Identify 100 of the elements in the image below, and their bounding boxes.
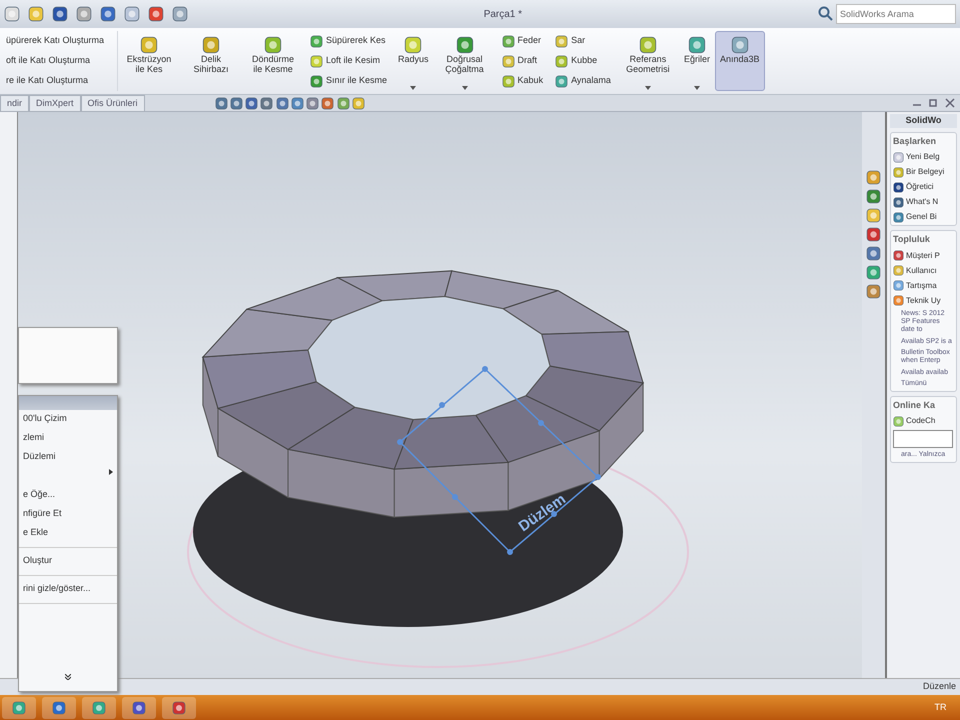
tool-icon [502, 34, 515, 48]
view-tool-icon[interactable] [260, 96, 274, 110]
ribbon-button[interactable]: Kabuk [502, 74, 544, 88]
resource-icon [893, 280, 904, 291]
resource-link[interactable]: Teknik Uy [906, 294, 941, 306]
section-title: Topluluk [893, 233, 931, 246]
taskbar-button[interactable] [162, 696, 196, 718]
tool-icon [264, 36, 282, 54]
ribbon-button[interactable]: Referans Geometrisi [616, 31, 679, 91]
toolbar-icon[interactable] [172, 6, 188, 22]
ribbon-button[interactable]: Loft ile Kesim [310, 54, 388, 68]
app-icon [92, 700, 106, 714]
ribbon-button[interactable]: Eğriler [678, 31, 715, 91]
task-pane-tab-icon[interactable] [866, 189, 881, 204]
view-tool-icon[interactable] [276, 96, 289, 110]
ribbon-button[interactable]: Aynalama [555, 74, 611, 88]
resource-link[interactable]: Bir Belgeyi [906, 166, 944, 178]
menu-item[interactable]: nfigüre Et [19, 505, 117, 524]
resource-icon [893, 212, 904, 222]
task-pane-tab-icon[interactable] [866, 265, 881, 280]
task-pane-tab-icon[interactable] [866, 284, 881, 299]
ribbon-button[interactable]: Sar [555, 34, 611, 48]
tool-icon [502, 54, 515, 68]
ribbon-button[interactable]: Döndürme ile Kesme [242, 31, 304, 91]
tab[interactable]: DimXpert [29, 95, 81, 111]
resource-link[interactable]: Öğretici [906, 181, 934, 193]
menu-item[interactable]: e Öğe... [19, 486, 117, 505]
close-icon[interactable] [944, 97, 956, 109]
resource-icon [893, 166, 904, 178]
tool-icon [730, 36, 749, 54]
view-tool-icon[interactable] [245, 96, 258, 110]
resource-icon [893, 416, 904, 427]
tool-icon [310, 54, 323, 68]
tool-icon [555, 74, 568, 88]
ribbon-button[interactable]: Ekstrüzyon ile Kes [118, 31, 180, 91]
resource-link[interactable]: Yeni Belg [906, 151, 940, 163]
tool-icon [456, 36, 474, 54]
ribbon-button[interactable]: Delik Sihirbazı [180, 31, 242, 91]
tool-icon [502, 74, 515, 88]
toolbar-icon[interactable] [124, 6, 140, 22]
ribbon-command[interactable]: oft ile Katı Oluşturma [6, 54, 111, 68]
task-pane-title: SolidWo [890, 114, 957, 128]
view-tool-icon[interactable] [214, 96, 228, 110]
status-text: Düzenle [922, 680, 956, 694]
tool-icon [638, 36, 657, 54]
task-pane-tab-icon[interactable] [866, 246, 881, 261]
menu-item[interactable]: zlemi [19, 429, 117, 448]
task-pane-tab-icon[interactable] [866, 227, 881, 242]
toolbar-icon[interactable] [52, 6, 68, 22]
menu-item[interactable]: Düzlemi [19, 448, 117, 467]
task-pane-tab-icon[interactable] [866, 170, 881, 185]
tool-icon [555, 34, 568, 48]
resource-icon [893, 265, 904, 276]
toolbar-icon[interactable] [76, 6, 92, 22]
search-field[interactable]: SolidWorks Arama [836, 4, 956, 24]
menu-item[interactable]: Oluştur [19, 552, 117, 571]
resource-link[interactable]: Tartışma [906, 280, 937, 292]
taskbar-button[interactable] [82, 696, 116, 718]
resource-icon [893, 295, 904, 306]
resource-link[interactable]: What's N [906, 196, 938, 208]
taskbar-button[interactable] [122, 696, 156, 718]
resource-link[interactable]: Müşteri P [906, 250, 940, 262]
section-title: Başlarken [893, 134, 938, 148]
ribbon-button[interactable]: Süpürerek Kes [310, 34, 388, 48]
ribbon-button[interactable]: Draft [502, 54, 544, 68]
restore-icon[interactable] [927, 97, 939, 109]
toolbar-icon[interactable] [4, 6, 20, 22]
ribbon-button[interactable]: Feder [502, 34, 544, 48]
app-icon [12, 700, 26, 714]
ribbon-command[interactable]: re ile Katı Oluşturma [6, 74, 111, 88]
toolbar-icon[interactable] [28, 6, 44, 22]
view-tool-icon[interactable] [321, 96, 334, 110]
task-pane-tab-icon[interactable] [866, 208, 881, 223]
ribbon-button[interactable]: Kubbe [555, 54, 611, 68]
menu-item[interactable]: 00'lu Çizim [19, 410, 117, 429]
resource-icon [893, 152, 904, 162]
taskbar-button[interactable] [42, 696, 76, 718]
ribbon-button[interactable]: Sınır ile Kesme [310, 74, 388, 88]
toolbar-icon[interactable] [148, 6, 164, 22]
ribbon-button[interactable]: Anında3B [714, 31, 764, 91]
ribbon-button[interactable]: Doğrusal Çoğaltma [434, 31, 496, 91]
resource-icon [893, 250, 904, 261]
view-tool-icon[interactable] [230, 96, 243, 110]
view-tool-icon[interactable] [306, 96, 320, 110]
menu-item[interactable]: e Ekle [19, 524, 117, 543]
view-tool-icon[interactable] [352, 96, 365, 110]
tab[interactable]: ndir [0, 95, 30, 111]
ribbon-button[interactable]: Radyus [393, 31, 434, 91]
taskbar-button[interactable] [2, 696, 36, 718]
resource-link[interactable]: Genel Bi [906, 211, 937, 223]
menu-item[interactable]: rini gizle/göster... [19, 580, 117, 599]
search-field[interactable] [893, 430, 953, 448]
resource-link[interactable]: CodeCh [906, 415, 936, 428]
resource-icon [893, 196, 904, 208]
view-tool-icon[interactable] [336, 96, 350, 110]
view-tool-icon[interactable] [290, 96, 304, 110]
ribbon-command[interactable]: üpürerek Katı Oluşturma [6, 34, 111, 48]
resource-link[interactable]: Kullanıcı [906, 264, 937, 276]
tab[interactable]: Ofis Ürünleri [80, 95, 145, 111]
toolbar-icon[interactable] [100, 6, 116, 22]
